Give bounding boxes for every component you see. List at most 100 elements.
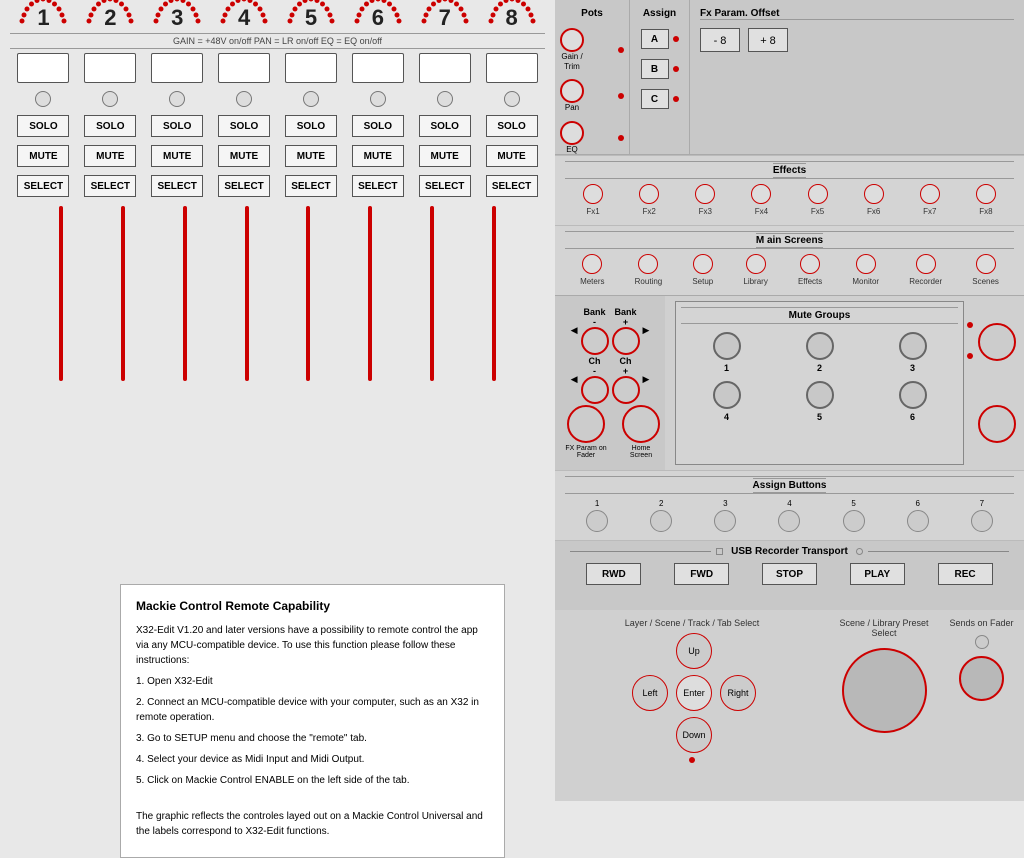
ch-plus-arrow[interactable]: ▶ <box>643 374 650 385</box>
select-6[interactable]: SELECT <box>352 175 404 197</box>
select-4[interactable]: SELECT <box>218 175 270 197</box>
screen-effects-knob[interactable] <box>800 254 820 274</box>
fader-4[interactable] <box>218 53 270 83</box>
transport-play[interactable]: PLAY <box>850 563 905 585</box>
transport-rec[interactable]: REC <box>938 563 993 585</box>
mute-btn-5[interactable] <box>806 381 834 409</box>
fx7-knob[interactable] <box>920 184 940 204</box>
solo-8[interactable]: SOLO <box>486 115 538 137</box>
transport-stop[interactable]: STOP <box>762 563 817 585</box>
knob-6[interactable] <box>370 91 386 107</box>
pot-pan-knob[interactable] <box>560 79 584 103</box>
pot-eq-knob[interactable] <box>560 121 584 145</box>
mute-btn-6[interactable] <box>899 381 927 409</box>
fx-offset-minus8[interactable]: - 8 <box>700 28 740 52</box>
sends-fader-knob[interactable] <box>959 656 1004 701</box>
pot-gain-knob[interactable] <box>560 28 584 52</box>
mute-2[interactable]: MUTE <box>84 145 136 167</box>
sends-fader-dot[interactable] <box>975 635 989 649</box>
screen-routing-knob[interactable] <box>638 254 658 274</box>
mute-4[interactable]: MUTE <box>218 145 270 167</box>
screen-setup-knob[interactable] <box>693 254 713 274</box>
assign-btn-circle-7[interactable] <box>971 510 993 532</box>
mute-btn-2[interactable] <box>806 332 834 360</box>
bank-minus-knob[interactable] <box>581 327 609 355</box>
solo-4[interactable]: SOLO <box>218 115 270 137</box>
assign-btn-circle-5[interactable] <box>843 510 865 532</box>
assign-btn-circle-4[interactable] <box>778 510 800 532</box>
knob-5[interactable] <box>303 91 319 107</box>
nav-enter[interactable]: Enter <box>676 675 712 711</box>
vertical-fader-5[interactable] <box>306 206 310 381</box>
assign-btn-circle-3[interactable] <box>714 510 736 532</box>
ch-minus-knob[interactable] <box>581 376 609 404</box>
assign-btn-b[interactable]: B <box>641 59 669 79</box>
bank-plus-arrow[interactable]: ▶ <box>643 325 650 336</box>
knob-2[interactable] <box>102 91 118 107</box>
fader-8[interactable] <box>486 53 538 83</box>
mute-6[interactable]: MUTE <box>352 145 404 167</box>
mute-3[interactable]: MUTE <box>151 145 203 167</box>
fader-6[interactable] <box>352 53 404 83</box>
knob-7[interactable] <box>437 91 453 107</box>
screen-meters-knob[interactable] <box>582 254 602 274</box>
vertical-fader-2[interactable] <box>121 206 125 381</box>
mute-btn-3[interactable] <box>899 332 927 360</box>
assign-btn-circle-6[interactable] <box>907 510 929 532</box>
fx1-knob[interactable] <box>583 184 603 204</box>
knob-8[interactable] <box>504 91 520 107</box>
fx3-knob[interactable] <box>695 184 715 204</box>
select-7[interactable]: SELECT <box>419 175 471 197</box>
fx4-knob[interactable] <box>751 184 771 204</box>
vertical-fader-6[interactable] <box>368 206 372 381</box>
vertical-fader-3[interactable] <box>183 206 187 381</box>
mute-btn-4[interactable] <box>713 381 741 409</box>
assign-btn-c[interactable]: C <box>641 89 669 109</box>
bank-plus-knob[interactable] <box>612 327 640 355</box>
screen-recorder-knob[interactable] <box>916 254 936 274</box>
nav-left[interactable]: Left <box>632 675 668 711</box>
solo-7[interactable]: SOLO <box>419 115 471 137</box>
solo-2[interactable]: SOLO <box>84 115 136 137</box>
ch-minus-arrow[interactable]: ◀ <box>571 374 578 385</box>
fx5-knob[interactable] <box>808 184 828 204</box>
transport-rwd[interactable]: RWD <box>586 563 641 585</box>
assign-btn-circle-1[interactable] <box>586 510 608 532</box>
knob-4[interactable] <box>236 91 252 107</box>
fader-1[interactable] <box>17 53 69 83</box>
select-3[interactable]: SELECT <box>151 175 203 197</box>
assign-btn-a[interactable]: A <box>641 29 669 49</box>
nav-down[interactable]: Down <box>676 717 712 753</box>
solo-5[interactable]: SOLO <box>285 115 337 137</box>
mute-7[interactable]: MUTE <box>419 145 471 167</box>
knob-1[interactable] <box>35 91 51 107</box>
fx-param-fader-knob[interactable] <box>567 405 605 443</box>
vertical-fader-7[interactable] <box>430 206 434 381</box>
mute-5[interactable]: MUTE <box>285 145 337 167</box>
fx2-knob[interactable] <box>639 184 659 204</box>
mute-btn-1[interactable] <box>713 332 741 360</box>
select-2[interactable]: SELECT <box>84 175 136 197</box>
fader-5[interactable] <box>285 53 337 83</box>
knob-3[interactable] <box>169 91 185 107</box>
home-screen-knob[interactable] <box>622 405 660 443</box>
mute-1[interactable]: MUTE <box>17 145 69 167</box>
screen-monitor-knob[interactable] <box>856 254 876 274</box>
assign-btn-circle-2[interactable] <box>650 510 672 532</box>
select-8[interactable]: SELECT <box>486 175 538 197</box>
fx-offset-plus8[interactable]: + 8 <box>748 28 788 52</box>
fader-7[interactable] <box>419 53 471 83</box>
nav-right[interactable]: Right <box>720 675 756 711</box>
select-1[interactable]: SELECT <box>17 175 69 197</box>
right-knob-2[interactable] <box>978 405 1016 443</box>
solo-3[interactable]: SOLO <box>151 115 203 137</box>
screen-library-knob[interactable] <box>746 254 766 274</box>
fader-3[interactable] <box>151 53 203 83</box>
solo-6[interactable]: SOLO <box>352 115 404 137</box>
transport-fwd[interactable]: FWD <box>674 563 729 585</box>
fx6-knob[interactable] <box>864 184 884 204</box>
vertical-fader-4[interactable] <box>245 206 249 381</box>
screen-scenes-knob[interactable] <box>976 254 996 274</box>
bank-minus-arrow[interactable]: ◀ <box>571 325 578 336</box>
solo-1[interactable]: SOLO <box>17 115 69 137</box>
